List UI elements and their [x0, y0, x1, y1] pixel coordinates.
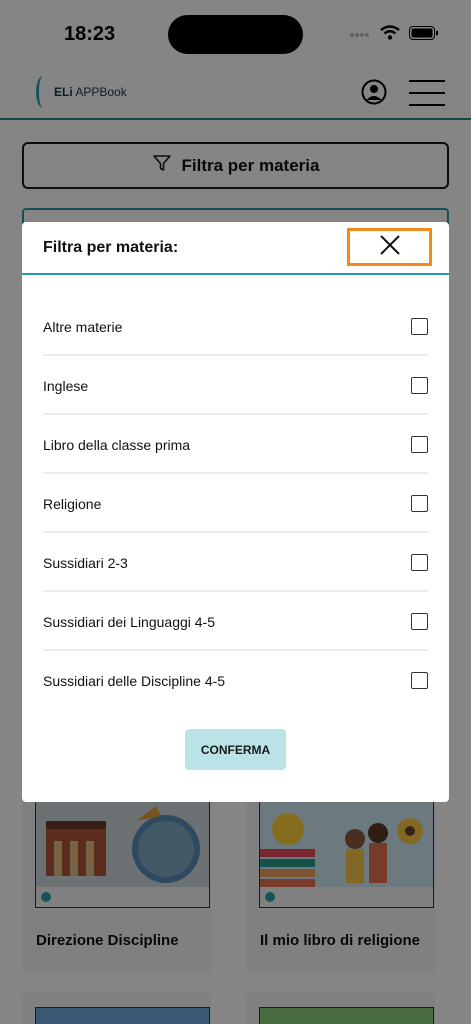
option-label: Libro della classe prima: [43, 437, 191, 453]
option-checkbox[interactable]: [411, 613, 428, 630]
subject-option-libro-classe-prima[interactable]: Libro della classe prima: [43, 415, 428, 474]
confirm-button[interactable]: CONFERMA: [185, 729, 286, 770]
modal-header: Filtra per materia:: [22, 222, 449, 275]
option-checkbox[interactable]: [411, 436, 428, 453]
option-label: Sussidiari dei Linguaggi 4-5: [43, 614, 215, 630]
close-button[interactable]: [347, 228, 432, 266]
close-icon: [379, 234, 401, 261]
option-checkbox[interactable]: [411, 554, 428, 571]
subject-option-sussidiari-linguaggi[interactable]: Sussidiari dei Linguaggi 4-5: [43, 592, 428, 651]
subject-option-sussidiari-2-3[interactable]: Sussidiari 2-3: [43, 533, 428, 592]
option-label: Sussidiari 2-3: [43, 555, 128, 571]
option-label: Altre materie: [43, 319, 123, 335]
option-label: Sussidiari delle Discipline 4-5: [43, 673, 226, 689]
subject-option-sussidiari-discipline[interactable]: Sussidiari delle Discipline 4-5: [43, 651, 428, 710]
option-label: Inglese: [43, 378, 89, 394]
modal-title: Filtra per materia:: [43, 239, 179, 256]
subject-option-inglese[interactable]: Inglese: [43, 356, 428, 415]
option-label: Religione: [43, 496, 102, 512]
filter-modal: Filtra per materia: Altre materie Ingles…: [22, 222, 449, 802]
option-checkbox[interactable]: [411, 318, 428, 335]
option-checkbox[interactable]: [411, 377, 428, 394]
option-checkbox[interactable]: [411, 672, 428, 689]
option-checkbox[interactable]: [411, 495, 428, 512]
subject-option-religione[interactable]: Religione: [43, 474, 428, 533]
subject-option-altre-materie[interactable]: Altre materie: [43, 297, 428, 356]
